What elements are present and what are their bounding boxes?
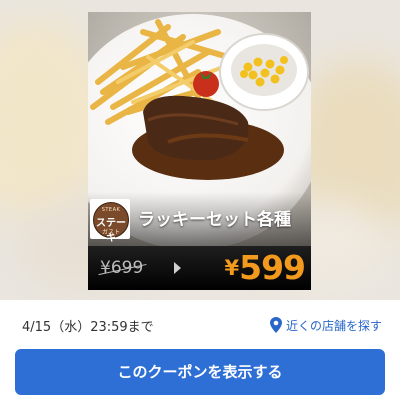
coupon-title: ラッキーセット各種 xyxy=(138,210,291,230)
discount-price: ¥599 xyxy=(224,248,306,287)
discount-price-value: 599 xyxy=(239,248,306,287)
expiry-deadline: 4/15（水）23:59まで xyxy=(22,320,154,335)
price-bar: ¥699 ¥599 xyxy=(88,246,311,290)
arrow-right-icon xyxy=(174,262,181,274)
map-pin-icon xyxy=(269,317,282,333)
show-coupon-button[interactable]: このクーポンを表示する xyxy=(15,349,385,395)
store-link-label: 近くの店舗を探す xyxy=(285,318,382,333)
find-nearby-store-link[interactable]: 近くの店舗を探す xyxy=(269,315,382,335)
yen-symbol: ¥ xyxy=(224,256,240,280)
coupon-card[interactable]: STEAK ステーキ ガスト ラッキーセット各種 ¥699 ¥599 xyxy=(88,12,311,290)
coupon-info-row: 4/15（水）23:59まで 近くの店舗を探す xyxy=(0,300,400,350)
steak-gusto-logo: STEAK ステーキ ガスト xyxy=(90,199,130,244)
brand-row: STEAK ステーキ ガスト ラッキーセット各種 xyxy=(88,199,311,247)
original-price: ¥699 xyxy=(100,258,144,278)
